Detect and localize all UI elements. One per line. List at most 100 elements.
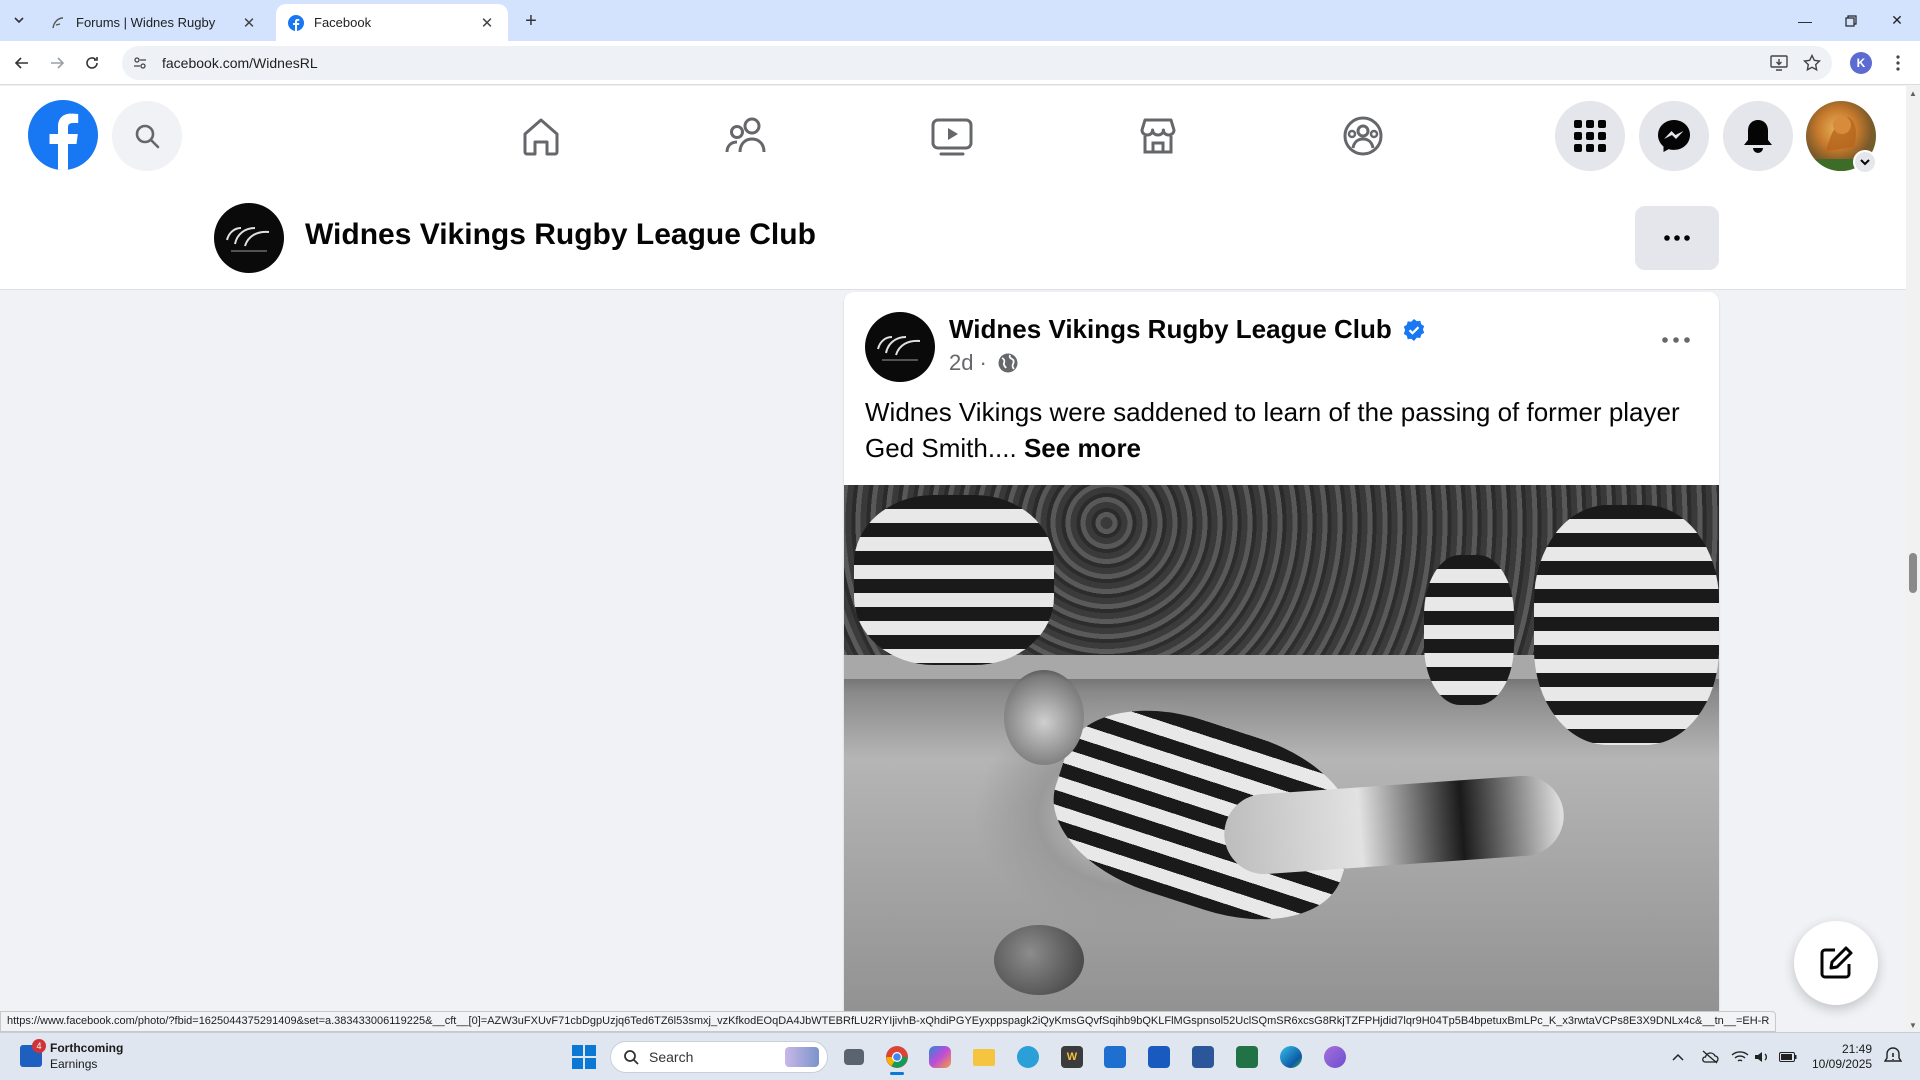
excel-icon[interactable] [1231, 1041, 1263, 1073]
photo-player [1534, 505, 1719, 745]
restore-icon[interactable] [1828, 0, 1874, 41]
feed-post: Widnes Vikings Rugby League Club 2d · Wi… [844, 292, 1719, 1032]
word-icon[interactable] [1187, 1041, 1219, 1073]
page-title: Widnes Vikings Rugby League Club [305, 218, 816, 251]
edge-icon[interactable] [1275, 1041, 1307, 1073]
post-more-options-icon[interactable] [1654, 318, 1698, 362]
search-highlight-icon [785, 1047, 819, 1067]
post-author-name[interactable]: Widnes Vikings Rugby League Club [949, 314, 1426, 345]
search-icon [624, 1050, 639, 1065]
url-text: facebook.com/WidnesRL [162, 55, 318, 71]
tab-search-dropdown-icon[interactable] [6, 8, 32, 32]
account-chevron-down-icon[interactable] [1853, 150, 1877, 174]
widget-badge: 4 [32, 1039, 46, 1053]
copilot-icon[interactable] [924, 1041, 956, 1073]
verified-badge-icon [1402, 318, 1426, 342]
new-message-button[interactable] [1794, 921, 1878, 1005]
store-icon[interactable] [1099, 1041, 1131, 1073]
see-more-link[interactable]: See more [1024, 433, 1141, 463]
widnes-vikings-logo-icon [877, 336, 921, 361]
taskbar-search-box[interactable]: Search [610, 1041, 828, 1073]
system-clock[interactable]: 21:49 10/09/2025 [1812, 1042, 1872, 1072]
start-windows-icon[interactable] [572, 1045, 596, 1069]
task-view-icon[interactable] [838, 1041, 870, 1073]
notifications-icon[interactable] [1723, 101, 1793, 171]
post-photo[interactable] [844, 485, 1719, 1032]
compose-icon [1820, 946, 1853, 979]
volume-icon[interactable] [1752, 1047, 1772, 1067]
webex-icon[interactable] [1143, 1041, 1175, 1073]
widgets-button[interactable]: 4 Forthcoming Earnings [20, 1039, 123, 1072]
facebook-search-icon[interactable] [112, 101, 182, 171]
link-status-bubble: https://www.facebook.com/photo/?fbid=162… [0, 1011, 1777, 1032]
facebook-top-nav [0, 86, 1906, 186]
page-profile-avatar[interactable] [214, 203, 284, 273]
site-info-icon[interactable] [130, 53, 150, 73]
clock-time: 21:49 [1841, 1042, 1872, 1056]
browser-toolbar: facebook.com/WidnesRL K [0, 41, 1920, 85]
friends-icon[interactable] [707, 100, 787, 172]
page-scrollbar[interactable]: ▲ ▼ [1906, 86, 1920, 1032]
help-app-icon[interactable] [1012, 1041, 1044, 1073]
stocks-widget-icon: 4 [20, 1039, 46, 1067]
photo-ball [994, 925, 1084, 995]
photo-player-head [1004, 670, 1084, 765]
globe-icon [997, 352, 1019, 374]
widget-line-1: Forthcoming [50, 1041, 124, 1055]
install-app-icon[interactable] [1765, 49, 1793, 77]
tab-forums[interactable]: Forums | Widnes Rugby ✕ [38, 4, 270, 41]
tab-facebook[interactable]: Facebook ✕ [276, 4, 508, 41]
post-meta: 2d · [949, 350, 1019, 376]
forward-icon[interactable] [41, 47, 73, 79]
tab-title: Facebook [314, 15, 372, 30]
photo-player [1424, 555, 1514, 705]
show-hidden-icons[interactable] [1668, 1047, 1688, 1067]
scroll-down-icon[interactable]: ▼ [1906, 1018, 1920, 1032]
browser-menu-icon[interactable] [1884, 49, 1912, 77]
tab-title: Forums | Widnes Rugby [76, 15, 216, 30]
page-header-bar: Widnes Vikings Rugby League Club [0, 186, 1906, 290]
scroll-up-icon[interactable]: ▲ [1906, 86, 1920, 100]
browser-profile-avatar[interactable]: K [1850, 52, 1872, 74]
messenger-icon[interactable] [1639, 101, 1709, 171]
groups-icon[interactable] [1323, 100, 1403, 172]
home-icon[interactable] [501, 100, 581, 172]
widget-text: Forthcoming Earnings [50, 1040, 123, 1072]
chrome-icon[interactable] [881, 1041, 913, 1075]
back-icon[interactable] [6, 47, 38, 79]
meta-separator: · [979, 350, 987, 375]
wifi-icon[interactable] [1730, 1047, 1750, 1067]
address-bar[interactable]: facebook.com/WidnesRL [122, 46, 1832, 80]
photo-player [854, 495, 1054, 665]
widget-line-2: Earnings [50, 1057, 98, 1071]
bookmark-star-icon[interactable] [1798, 49, 1826, 77]
onedrive-off-icon[interactable] [1700, 1047, 1720, 1067]
app-purple-icon[interactable] [1319, 1041, 1351, 1073]
scroll-thumb[interactable] [1909, 553, 1917, 593]
close-window-icon[interactable]: ✕ [1874, 0, 1920, 41]
minimize-icon[interactable]: — [1782, 0, 1828, 41]
notification-bell-icon[interactable] [1883, 1047, 1904, 1067]
post-text: Widnes Vikings were saddened to learn of… [865, 397, 1680, 463]
search-placeholder: Search [649, 1049, 694, 1065]
word-pad-icon[interactable]: W [1056, 1041, 1088, 1073]
file-explorer-icon[interactable] [968, 1041, 1000, 1073]
page-more-options-button[interactable] [1635, 206, 1719, 270]
marketplace-icon[interactable] [1118, 100, 1198, 172]
browser-tab-strip: Forums | Widnes Rugby ✕ Facebook ✕ + — ✕ [0, 0, 1920, 41]
new-tab-button[interactable]: + [518, 8, 544, 34]
menu-grid-icon[interactable] [1555, 101, 1625, 171]
tab-close-icon[interactable]: ✕ [478, 14, 496, 32]
tab-close-icon[interactable]: ✕ [240, 14, 258, 32]
widnes-vikings-logo-icon [226, 227, 270, 252]
post-author-avatar[interactable] [865, 312, 935, 382]
reload-icon[interactable] [76, 47, 108, 79]
facebook-favicon-icon [288, 14, 304, 31]
feather-icon [50, 15, 66, 31]
post-timestamp[interactable]: 2d [949, 350, 973, 376]
battery-icon[interactable] [1778, 1047, 1798, 1067]
windows-taskbar: 4 Forthcoming Earnings Search W 21:49 10… [0, 1032, 1920, 1080]
watch-icon[interactable] [912, 100, 992, 172]
facebook-logo-icon[interactable] [28, 100, 98, 170]
post-author-label: Widnes Vikings Rugby League Club [949, 314, 1392, 344]
